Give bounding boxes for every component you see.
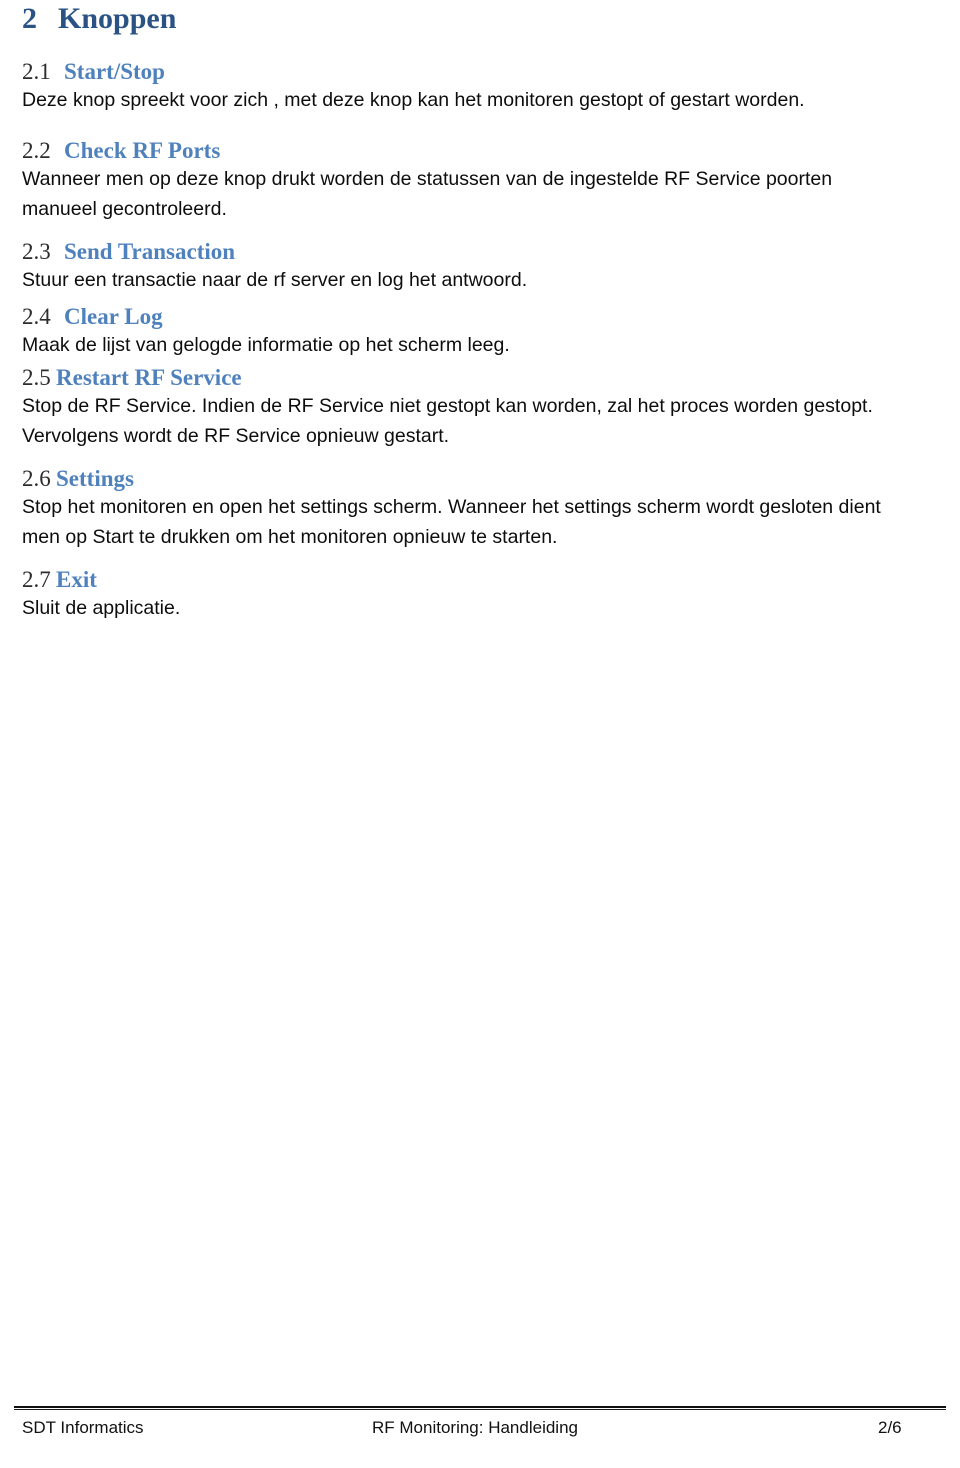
chapter-number: 2 bbox=[22, 2, 37, 35]
section-2-1: 2.1 Start/Stop Deze knop spreekt voor zic… bbox=[0, 58, 960, 115]
document-page: 2 Knoppen 2.1 Start/Stop Deze knop spreekt… bbox=[0, 0, 960, 1468]
section-number-2-1: 2.1 bbox=[22, 59, 51, 84]
section-paragraph-2-6: Stop het monitoren en open het settings … bbox=[22, 496, 881, 548]
footer-company: SDT Informatics bbox=[22, 1418, 144, 1437]
section-2-2: 2.2 Check RF Ports Wanneer men op deze kn… bbox=[0, 137, 960, 224]
section-heading-2-6: 2.6 Settings bbox=[0, 465, 960, 492]
chapter-heading: 2 Knoppen bbox=[0, 0, 960, 36]
section-heading-2-5: 2.5 Restart RF Service bbox=[0, 364, 960, 391]
footer-row: SDT Informatics RF Monitoring: Handleidi… bbox=[0, 1416, 960, 1446]
section-heading-2-4: 2.4 Clear Log bbox=[0, 303, 960, 330]
section-number-2-6: 2.6 bbox=[22, 466, 51, 491]
section-2-4: 2.4 Clear Log Maak de lijst van gelogde i… bbox=[0, 303, 960, 360]
section-paragraph-2-3: Stuur een transactie naar de rf server e… bbox=[22, 269, 528, 291]
footer-document-title: RF Monitoring: Handleiding bbox=[372, 1418, 578, 1437]
section-2-3: 2.3 Send Transaction Stuur een transactie… bbox=[0, 238, 960, 295]
section-paragraph-2-7: Sluit de applicatie. bbox=[22, 597, 181, 619]
section-number-2-3: 2.3 bbox=[22, 239, 51, 264]
section-paragraph-2-5: Stop de RF Service. Indien de RF Service… bbox=[22, 395, 873, 447]
section-title-2-6: Settings bbox=[56, 466, 134, 491]
section-title-2-2: Check RF Ports bbox=[64, 138, 221, 163]
section-paragraph-2-4: Maak de lijst van gelogde informatie op … bbox=[22, 334, 510, 356]
section-heading-2-7: 2.7 Exit bbox=[0, 566, 960, 593]
section-2-6: 2.6 Settings Stop het monitoren en open h… bbox=[0, 465, 960, 552]
section-title-2-1: Start/Stop bbox=[64, 59, 165, 84]
section-title-2-7: Exit bbox=[56, 567, 97, 592]
chapter-title: Knoppen bbox=[58, 2, 177, 35]
footer-page-number: 2/6 bbox=[878, 1418, 902, 1437]
section-paragraph-2-1: Deze knop spreekt voor zich , met deze k… bbox=[22, 89, 805, 111]
section-number-2-5: 2.5 bbox=[22, 365, 51, 390]
page-footer: SDT Informatics RF Monitoring: Handleidi… bbox=[0, 1402, 960, 1468]
section-heading-2-1: 2.1 Start/Stop bbox=[0, 58, 960, 85]
footer-divider-thin bbox=[14, 1409, 946, 1410]
section-paragraph-2-2: Wanneer men op deze knop drukt worden de… bbox=[22, 168, 833, 220]
page-content: 2 Knoppen 2.1 Start/Stop Deze knop spreekt… bbox=[0, 0, 960, 623]
section-number-2-7: 2.7 bbox=[22, 567, 51, 592]
section-number-2-2: 2.2 bbox=[22, 138, 51, 163]
section-title-2-4: Clear Log bbox=[64, 304, 163, 329]
section-2-5: 2.5 Restart RF Service Stop de RF Service… bbox=[0, 364, 960, 451]
section-2-7: 2.7 Exit Sluit de applicatie. bbox=[0, 566, 960, 623]
section-title-2-3: Send Transaction bbox=[64, 239, 236, 264]
footer-divider bbox=[14, 1406, 946, 1408]
section-heading-2-3: 2.3 Send Transaction bbox=[0, 238, 960, 265]
section-title-2-5: Restart RF Service bbox=[56, 365, 242, 390]
section-heading-2-2: 2.2 Check RF Ports bbox=[0, 137, 960, 164]
section-number-2-4: 2.4 bbox=[22, 304, 51, 329]
